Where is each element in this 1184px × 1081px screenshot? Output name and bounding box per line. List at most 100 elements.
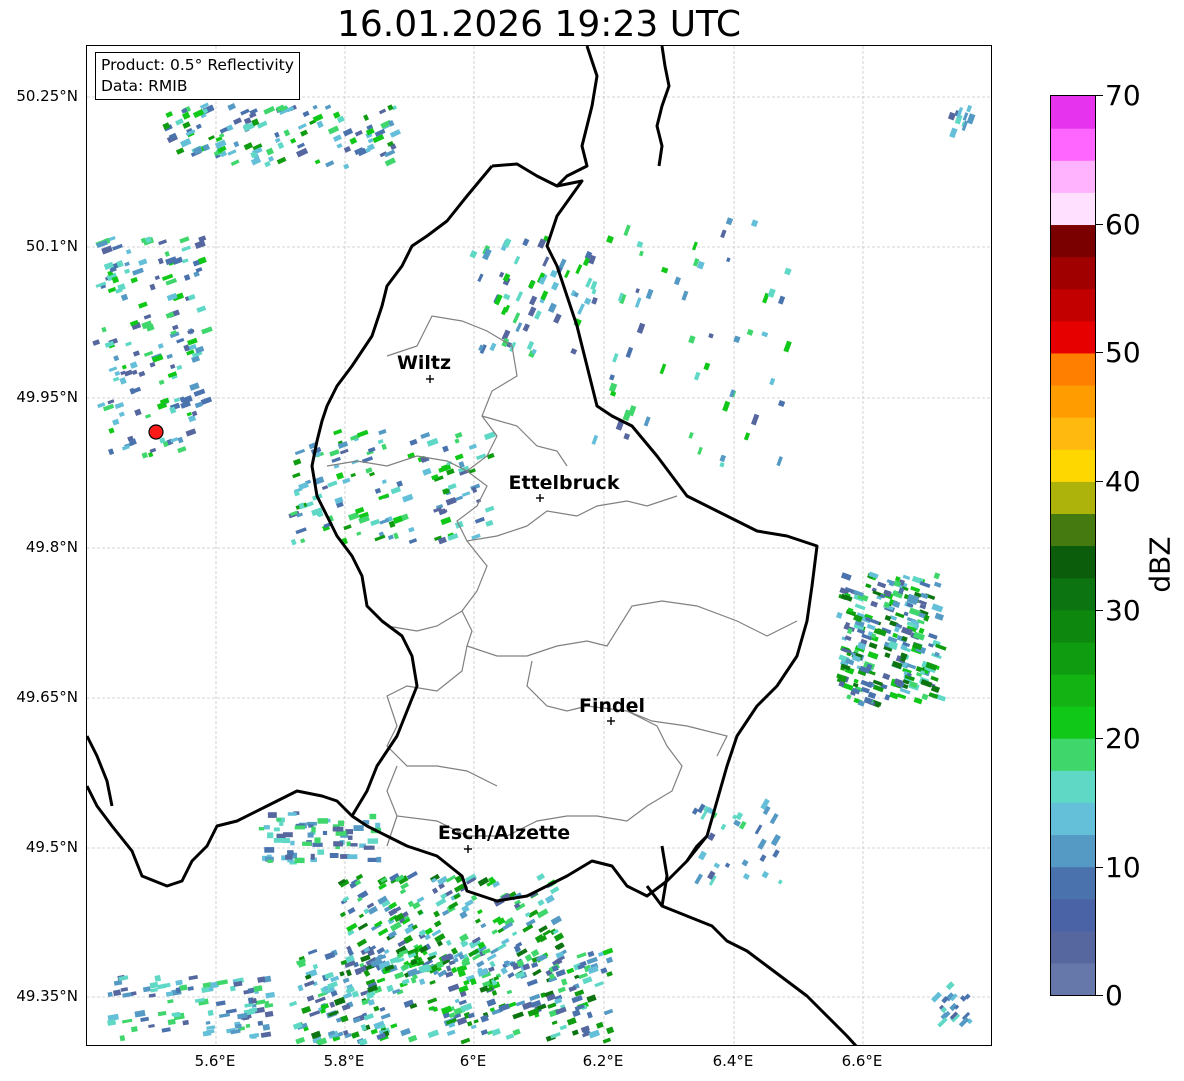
echo-cell — [424, 933, 431, 941]
echo-cell — [854, 603, 866, 611]
echo-cell — [376, 856, 382, 863]
echo-cell — [913, 697, 923, 705]
echo-cell — [276, 156, 287, 165]
colorbar-label: 20 — [1105, 722, 1141, 755]
echo-cell — [935, 643, 947, 651]
echo-cell — [526, 978, 538, 987]
echo-cell — [297, 123, 307, 130]
echo-cell — [363, 908, 370, 915]
colorbar-segment — [1051, 224, 1095, 258]
echo-cell — [638, 250, 644, 257]
echo-cell — [407, 1034, 418, 1043]
echo-cell — [522, 238, 530, 247]
echo-cell — [591, 296, 598, 305]
echo-cell — [418, 978, 426, 986]
echo-cell — [357, 922, 369, 931]
echo-cell — [491, 1028, 501, 1037]
echo-cell — [218, 1012, 231, 1019]
echo-cell — [292, 472, 301, 479]
echo-cell — [307, 948, 318, 955]
echo-cell — [866, 623, 876, 631]
echo-cell — [370, 1028, 378, 1035]
echo-cell — [130, 276, 138, 284]
echo-cell — [113, 989, 122, 997]
radar-map[interactable]: Wiltz Ettelbruck Findel Esch/Alzette Pro… — [86, 45, 992, 1046]
echo-cell — [225, 1008, 237, 1014]
echo-cell — [310, 853, 315, 860]
echo-cell — [166, 353, 173, 360]
echo-cell — [512, 312, 521, 324]
colorbar-segment — [1051, 128, 1095, 161]
echo-cell — [312, 963, 319, 970]
colorbar-tick — [1096, 995, 1103, 996]
echo-cell — [623, 433, 631, 440]
echo-cell — [750, 413, 760, 426]
colorbar-label: 60 — [1105, 208, 1141, 241]
echo-cell — [393, 532, 399, 540]
echo-cell — [172, 324, 179, 331]
echo-cell — [324, 951, 336, 961]
echo-cell — [966, 113, 976, 125]
echo-cell — [243, 142, 254, 151]
echo-cell — [547, 302, 557, 314]
x-tick-label: 5.6°E — [194, 1052, 236, 1070]
echo-cell — [445, 965, 452, 972]
echo-cell — [469, 250, 478, 259]
echo-cell — [458, 999, 467, 1006]
echo-cell — [559, 1024, 568, 1031]
echo-cell — [416, 896, 425, 903]
echo-cell — [124, 261, 130, 267]
echo-cell — [296, 147, 309, 158]
echo-cell — [612, 353, 619, 363]
echo-cell — [454, 438, 460, 444]
echo-cell — [321, 485, 329, 491]
echo-cell — [566, 967, 575, 975]
echo-cell — [583, 297, 592, 306]
echo-cell — [363, 845, 375, 850]
echo-cell — [544, 894, 555, 904]
echo-cell — [440, 1005, 453, 1015]
echo-cell — [547, 1002, 557, 1009]
echo-cell — [379, 518, 390, 525]
echo-cell — [283, 129, 291, 137]
echo-cell — [92, 339, 101, 346]
echo-cell — [262, 1023, 271, 1031]
echo-cell — [570, 347, 578, 355]
colorbar-segment — [1051, 802, 1095, 836]
echo-cell — [450, 947, 459, 955]
echo-cell — [454, 431, 463, 439]
colorbar-label: 70 — [1105, 79, 1141, 112]
echo-cell — [549, 269, 558, 278]
echo-cell — [512, 1028, 521, 1036]
echo-cell — [260, 1031, 272, 1038]
city-label-ettelbruck: Ettelbruck — [509, 472, 620, 494]
echo-cell — [600, 967, 608, 974]
echo-cell — [233, 141, 240, 148]
colorbar-tick — [1096, 738, 1103, 739]
echo-cell — [158, 239, 168, 246]
echo-cell — [433, 910, 441, 918]
echo-cell — [377, 927, 389, 937]
echo-cell — [377, 439, 384, 445]
echo-cell — [350, 843, 358, 847]
echo-cell — [302, 110, 310, 118]
echo-cell — [673, 276, 681, 286]
echo-cell — [340, 1014, 349, 1023]
echo-cell — [513, 255, 521, 265]
echo-cell — [267, 812, 277, 818]
echo-cell — [962, 112, 969, 121]
echo-cell — [205, 1020, 211, 1025]
echo-cell — [150, 987, 158, 993]
echo-cell — [331, 456, 341, 463]
echo-cell — [445, 874, 457, 883]
echo-cell — [294, 857, 305, 864]
echo-cell — [292, 458, 302, 466]
echo-cell — [167, 1018, 176, 1026]
echo-cell — [306, 994, 315, 1002]
echo-cell — [119, 377, 127, 385]
echo-cell — [453, 883, 465, 893]
echo-cell — [188, 414, 197, 423]
echo-cell — [138, 258, 148, 266]
echo-cell — [606, 1026, 615, 1035]
echo-cell — [553, 313, 562, 324]
